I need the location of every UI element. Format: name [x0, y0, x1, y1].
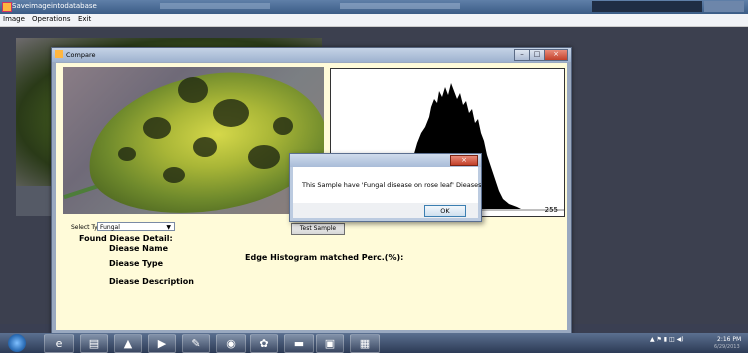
folder-icon[interactable]: ▤	[80, 334, 108, 353]
disease-name-label: Diease Name	[109, 244, 169, 253]
app-title: Saveimageintodatabase	[12, 2, 97, 10]
close-button[interactable]: ×	[544, 49, 568, 61]
taskbar: e ▤ ▲ ▶ ✎ ◉ ✿ ▬ ▣ ▦ ▲ ⚑ ▮ ◫ ◀) 2:16 PM 6…	[0, 333, 748, 353]
window-icon	[55, 50, 63, 58]
paint-icon[interactable]: ✎	[182, 334, 210, 353]
background-window-title	[340, 3, 460, 9]
disease-spot	[213, 99, 249, 127]
disease-spot	[118, 147, 136, 161]
menubar: Image Operations Exit	[0, 14, 748, 27]
maximize-button[interactable]: □	[529, 49, 545, 61]
disease-description-label: Diease Description	[109, 277, 194, 286]
app-icon	[2, 2, 12, 12]
type-select-value: Fungal	[100, 224, 120, 231]
compare-titlebar[interactable]: Compare – □ ×	[52, 48, 571, 62]
ie-icon[interactable]: e	[44, 334, 74, 353]
system-tray-icons[interactable]: ▲ ⚑ ▮ ◫ ◀)	[650, 336, 684, 343]
compare-title: Compare	[66, 51, 96, 59]
app-titlebar: Saveimageintodatabase	[0, 0, 748, 14]
menu-operations[interactable]: Operations	[32, 15, 70, 23]
clock-date[interactable]: 6/29/2013	[714, 344, 740, 350]
background-window-title	[160, 3, 270, 9]
disease-spot	[193, 137, 217, 157]
clock-time[interactable]: 2:16 PM	[717, 336, 741, 343]
message-box-close-button[interactable]: ×	[450, 155, 478, 166]
disease-spot	[163, 167, 185, 183]
ok-button[interactable]: OK	[424, 205, 466, 217]
menu-exit[interactable]: Exit	[78, 15, 91, 23]
chevron-down-icon[interactable]: ▼	[166, 223, 171, 232]
picasa-icon[interactable]: ✿	[250, 334, 278, 353]
background-window-title	[592, 1, 702, 12]
window-controls[interactable]	[704, 1, 744, 12]
disease-spot	[143, 117, 171, 139]
visual-studio-icon[interactable]: ▦	[350, 334, 380, 353]
edge-histogram-label: Edge Histogram matched Perc.(%):	[245, 253, 404, 262]
disease-spot	[178, 77, 208, 103]
type-select[interactable]: Fungal ▼	[97, 222, 175, 231]
message-box: × This Sample have 'Fungal disease on ro…	[289, 153, 482, 222]
menu-image[interactable]: Image	[3, 15, 25, 23]
media-player-icon[interactable]: ▶	[148, 334, 176, 353]
app-icon[interactable]: ▬	[284, 334, 314, 353]
disease-type-label: Diease Type	[109, 259, 164, 268]
minimize-button[interactable]: –	[514, 49, 530, 61]
vlc-icon[interactable]: ▲	[114, 334, 142, 353]
start-button[interactable]	[8, 334, 26, 352]
test-sample-button[interactable]: Test Sample	[291, 223, 345, 235]
histogram-max-label: 255	[544, 206, 558, 214]
disease-spot	[273, 117, 293, 135]
chrome-icon[interactable]: ◉	[216, 334, 246, 353]
found-detail-heading: Found Diease Detail:	[79, 234, 173, 243]
message-box-footer: OK	[293, 203, 478, 218]
message-box-body: This Sample have 'Fungal disease on rose…	[293, 167, 482, 203]
message-box-titlebar[interactable]: ×	[290, 154, 481, 167]
disease-spot	[248, 145, 280, 169]
message-text: This Sample have 'Fungal disease on rose…	[302, 181, 482, 189]
leaf-image	[63, 67, 324, 214]
powerpoint-icon[interactable]: ▣	[316, 334, 344, 353]
